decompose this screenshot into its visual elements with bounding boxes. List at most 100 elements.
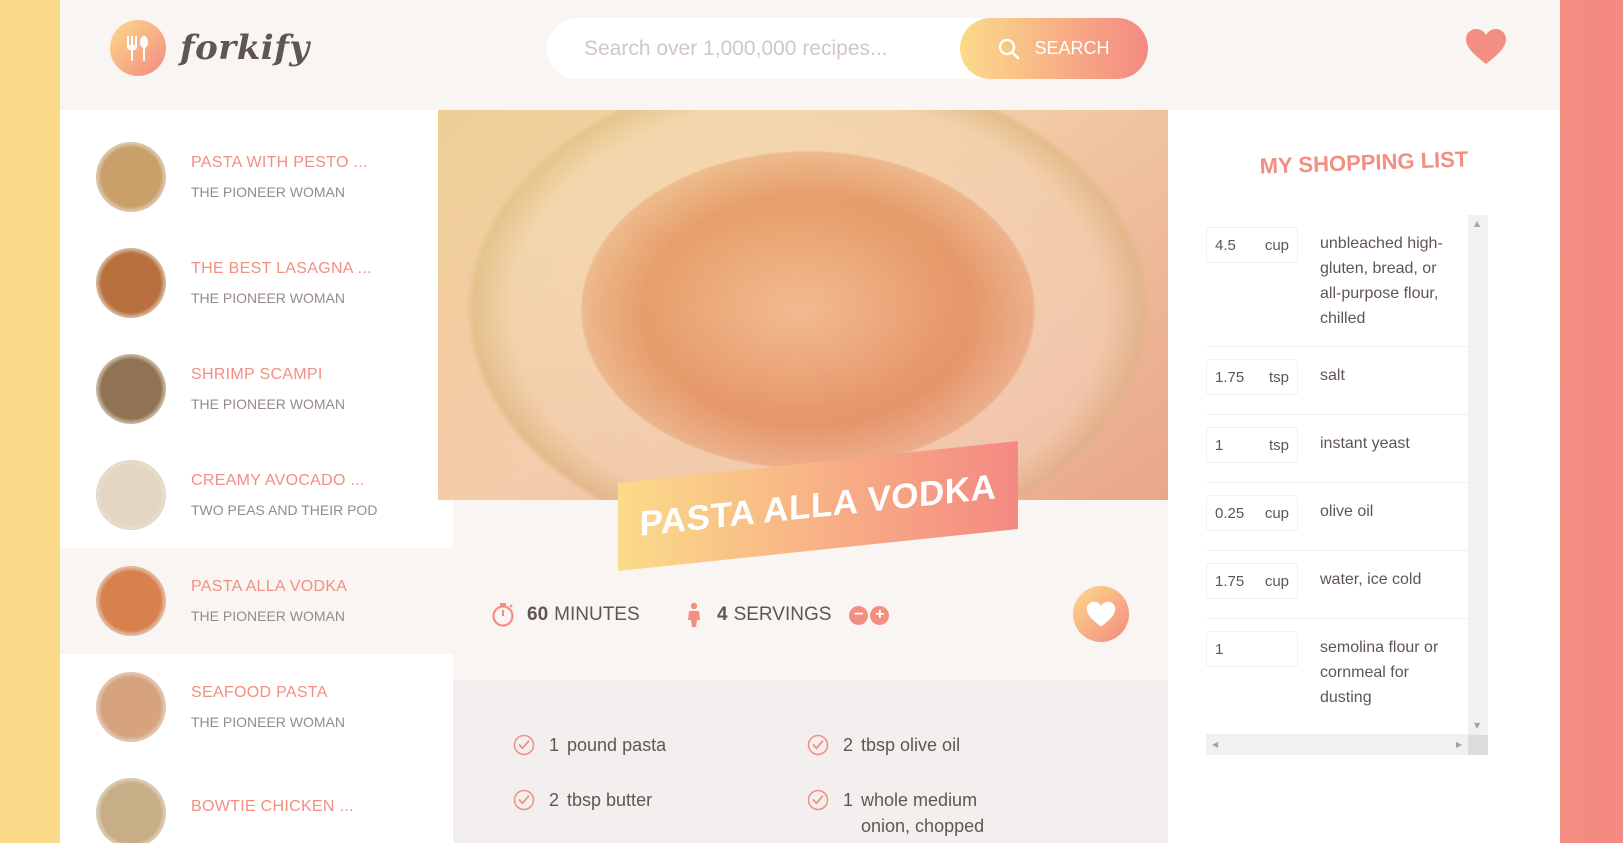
scroll-left-icon[interactable]: ◀ <box>1212 740 1218 749</box>
result-info: SEAFOOD PASTA THE PIONEER WOMAN <box>191 684 345 730</box>
shopping-list-title: MY SHOPPING LIST <box>1259 146 1469 179</box>
result-title: THE BEST LASAGNA ... <box>191 260 372 277</box>
ingredient-text: tbsp butter <box>567 790 653 810</box>
result-item[interactable]: SEAFOOD PASTA THE PIONEER WOMAN <box>60 654 453 760</box>
results-list: PASTA WITH PESTO ... THE PIONEER WOMAN THE… <box>60 110 453 843</box>
like-recipe-button[interactable] <box>1073 586 1129 642</box>
search-icon <box>998 38 1020 60</box>
result-info: BOWTIE CHICKEN ... <box>191 798 354 828</box>
item-unit: tsp <box>1268 368 1289 386</box>
item-unit: cup <box>1264 572 1289 590</box>
item-count-value[interactable]: 1 <box>1207 437 1255 454</box>
item-count-value[interactable]: 0.25 <box>1207 505 1255 522</box>
item-count-value[interactable]: 1 <box>1207 641 1255 658</box>
item-unit: cup <box>1264 504 1289 522</box>
item-description: instant yeast <box>1320 435 1410 452</box>
result-item[interactable]: BOWTIE CHICKEN ... <box>60 760 453 843</box>
item-count-field[interactable]: 1 <box>1206 631 1298 667</box>
item-count-field[interactable]: 4.5 cup <box>1206 227 1298 263</box>
item-description: semolina flour or cornmeal for dusting <box>1320 639 1439 706</box>
ingredient-amount: 2 <box>843 735 854 755</box>
person-icon <box>685 602 703 628</box>
search-button-label: SEARCH <box>1034 38 1110 58</box>
result-author: THE PIONEER WOMAN <box>191 396 346 412</box>
item-description: olive oil <box>1320 503 1374 520</box>
result-thumbnail <box>96 248 166 318</box>
result-thumbnail <box>96 778 166 843</box>
ingredient-text: tbsp olive oil <box>861 735 961 755</box>
recipe-time-value: 60 <box>527 604 549 625</box>
logo[interactable]: forkify <box>110 20 310 76</box>
result-title: CREAMY AVOCADO ... <box>191 472 365 489</box>
result-author: THE PIONEER WOMAN <box>191 290 346 306</box>
item-description: water, ice cold <box>1320 571 1422 588</box>
check-icon <box>807 734 829 756</box>
result-item[interactable]: THE BEST LASAGNA ... THE PIONEER WOMAN <box>60 230 453 336</box>
ingredient-item: 1 pound pasta <box>513 732 666 758</box>
result-title: PASTA WITH PESTO ... <box>191 154 368 171</box>
result-info: PASTA ALLA VODKA THE PIONEER WOMAN <box>191 578 347 624</box>
check-icon <box>513 734 535 756</box>
result-info: SHRIMP SCAMPI THE PIONEER WOMAN <box>191 366 345 412</box>
shopping-item: 1 semolina flour or cornmeal for dusting <box>1206 619 1468 735</box>
scroll-up-icon[interactable]: ▲ <box>1474 219 1480 228</box>
stopwatch-icon <box>491 602 515 628</box>
horizontal-scrollbar[interactable]: ◀ ▶ <box>1206 735 1468 755</box>
servings-buttons: − + <box>849 605 890 625</box>
search-input[interactable] <box>584 36 944 61</box>
result-author: THE PIONEER WOMAN <box>191 608 346 624</box>
ingredient-amount: 2 <box>549 790 560 810</box>
item-count-field[interactable]: 1 tsp <box>1206 427 1298 463</box>
minus-servings-button[interactable]: − <box>849 605 869 625</box>
result-author: THE PIONEER WOMAN <box>191 714 346 730</box>
item-description: salt <box>1320 367 1345 384</box>
item-count-value[interactable]: 1.75 <box>1207 369 1255 386</box>
result-item[interactable]: PASTA ALLA VODKA THE PIONEER WOMAN <box>60 548 453 654</box>
item-count-field[interactable]: 1.75 tsp <box>1206 359 1298 395</box>
recipe-image <box>438 110 1183 500</box>
shopping-list-scroll[interactable]: 4.5 cup unbleached high-gluten, bread, or … <box>1206 215 1488 755</box>
result-title: SHRIMP SCAMPI <box>191 366 323 383</box>
item-count-field[interactable]: 0.25 cup <box>1206 495 1298 531</box>
shopping-item: 0.25 cup olive oil <box>1206 483 1468 551</box>
ingredient-item: 1 whole medium onion, chopped finely <box>807 787 1027 843</box>
item-count-field[interactable]: 1.75 cup <box>1206 563 1298 599</box>
fork-knife-icon <box>110 20 166 76</box>
result-author: THE PIONEER WOMAN <box>191 184 346 200</box>
scrollbar-corner <box>1468 735 1488 755</box>
heart-icon[interactable] <box>1465 28 1507 70</box>
search-form: SEARCH <box>547 18 1148 79</box>
result-info: THE BEST LASAGNA ... THE PIONEER WOMAN <box>191 260 372 306</box>
ingredient-amount: 1 <box>843 790 854 810</box>
shopping-item: 4.5 cup unbleached high-gluten, bread, or … <box>1206 215 1468 347</box>
result-item[interactable]: PASTA WITH PESTO ... THE PIONEER WOMAN <box>60 124 453 230</box>
result-info: CREAMY AVOCADO ... TWO PEAS AND THEIR POD <box>191 472 377 518</box>
recipe-details: 60 MINUTES 4 SERVINGS − + <box>453 550 1168 680</box>
result-title: SEAFOOD PASTA <box>191 684 328 701</box>
shopping-item: 1.75 tsp salt <box>1206 347 1468 415</box>
vertical-scrollbar[interactable]: ▲ ▼ <box>1468 215 1488 735</box>
recipe-time: 60 MINUTES <box>491 602 640 628</box>
result-thumbnail <box>96 566 166 636</box>
item-unit: tsp <box>1268 436 1289 454</box>
scroll-right-icon[interactable]: ▶ <box>1456 740 1462 749</box>
result-thumbnail <box>96 672 166 742</box>
shopping-item: 1 tsp instant yeast <box>1206 415 1468 483</box>
recipe: PASTA ALLA VODKA 60 MINUTES 4 SERVINGS −… <box>438 110 1183 843</box>
item-count-value[interactable]: 4.5 <box>1207 237 1255 254</box>
header: forkify SEARCH <box>60 0 1560 110</box>
logo-text: forkify <box>180 28 310 68</box>
ingredient-item: 2 tbsp butter <box>513 787 652 813</box>
item-unit: cup <box>1264 236 1289 254</box>
plus-servings-button[interactable]: + <box>870 605 890 625</box>
search-button[interactable]: SEARCH <box>960 18 1148 79</box>
result-item[interactable]: SHRIMP SCAMPI THE PIONEER WOMAN <box>60 336 453 442</box>
heart-icon <box>1086 601 1116 628</box>
scroll-down-icon[interactable]: ▼ <box>1474 721 1480 730</box>
result-item[interactable]: CREAMY AVOCADO ... TWO PEAS AND THEIR POD <box>60 442 453 548</box>
recipe-title: PASTA ALLA VODKA <box>639 467 997 544</box>
item-count-value[interactable]: 1.75 <box>1207 573 1255 590</box>
shopping-item: 1.75 cup water, ice cold <box>1206 551 1468 619</box>
shopping-list: MY SHOPPING LIST 4.5 cup unbleached high-g… <box>1168 110 1560 843</box>
item-description: unbleached high-gluten, bread, or all-pu… <box>1320 235 1443 327</box>
